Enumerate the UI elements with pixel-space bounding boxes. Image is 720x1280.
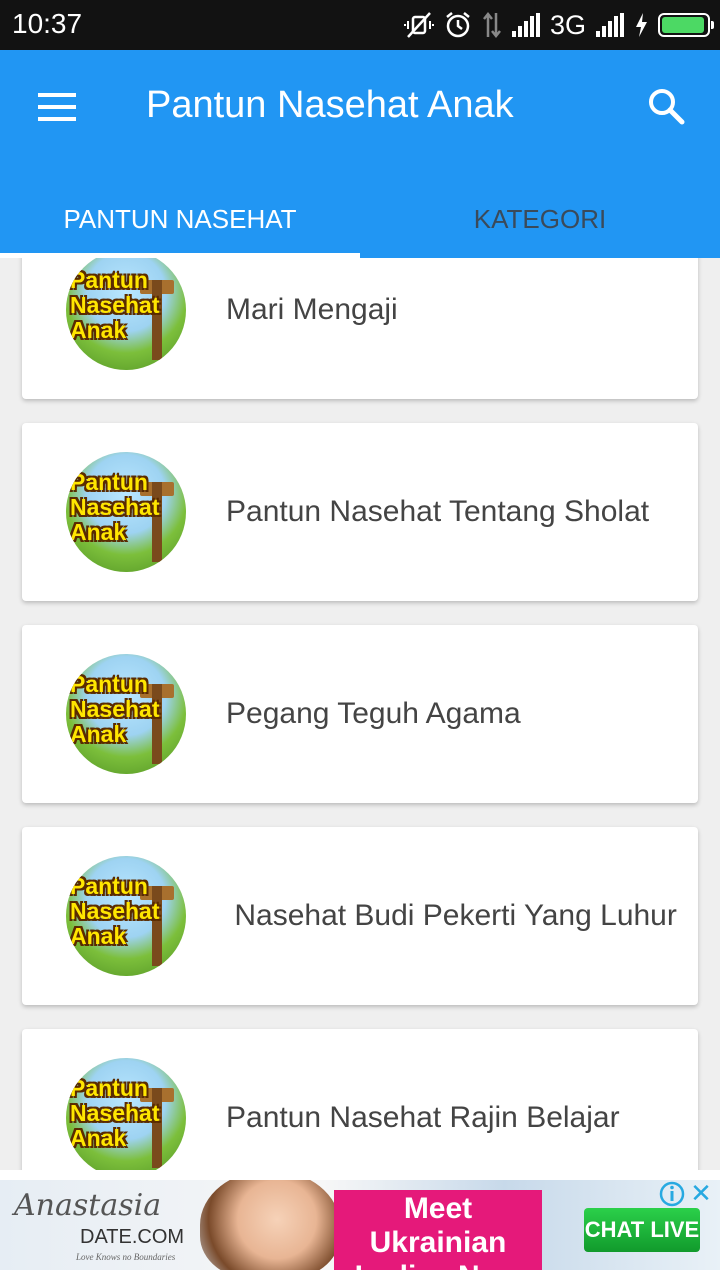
page-title: Pantun Nasehat Anak: [146, 84, 514, 126]
item-title: Pantun Nasehat Tentang Sholat: [226, 495, 650, 528]
item-title: Nasehat Budi Pekerti Yang Luhur: [226, 899, 677, 932]
app-bar: Pantun Nasehat Anak PANTUN NASEHAT KATEG…: [0, 50, 720, 258]
ad-banner: Anastasia DATE.COM Love Knows no Boundar…: [0, 1170, 720, 1280]
ad-tagline: Love Knows no Boundaries: [76, 1252, 176, 1262]
item-title: Pegang Teguh Agama: [226, 697, 521, 730]
ad-creative[interactable]: Anastasia DATE.COM Love Knows no Boundar…: [0, 1180, 720, 1270]
item-title: Mari Mengaji: [226, 293, 398, 326]
search-icon[interactable]: [646, 86, 686, 126]
thumbnail-logo-text: Pantun Nasehat Anak: [70, 873, 160, 949]
list-item[interactable]: Pantun Nasehat Anak Pegang Teguh Agama: [22, 625, 698, 803]
ad-info-icon[interactable]: [658, 1180, 686, 1208]
list-item[interactable]: Pantun Nasehat Anak Pantun Nasehat Tentang…: [22, 423, 698, 601]
ad-headline: Meet Ukrainian Ladies Now: [334, 1190, 542, 1270]
charging-icon: [636, 13, 647, 37]
list-item[interactable]: Pantun Nasehat Anak Pantun Nasehat Rajin B…: [22, 1029, 698, 1170]
item-thumbnail: Pantun Nasehat Anak: [66, 452, 186, 572]
status-time: 10:37: [12, 8, 83, 39]
close-icon[interactable]: ✕: [688, 1180, 714, 1208]
status-icons: 3G: [403, 9, 714, 41]
item-thumbnail: Pantun Nasehat Anak: [66, 654, 186, 774]
item-thumbnail: Pantun Nasehat Anak: [66, 1058, 186, 1170]
item-title: Pantun Nasehat Rajin Belajar: [226, 1101, 620, 1134]
ad-brand: Anastasia: [14, 1188, 162, 1223]
list-item[interactable]: Pantun Nasehat Anak Nasehat Budi Pekerti Y…: [22, 827, 698, 1005]
network-type: 3G: [549, 9, 586, 40]
ad-brand-domain: DATE.COM: [80, 1226, 185, 1248]
tab-pantun-nasehat[interactable]: PANTUN NASEHAT: [0, 180, 360, 258]
ad-photo: [200, 1180, 340, 1270]
battery-level: [662, 17, 704, 33]
signal-icon: [596, 13, 624, 37]
item-thumbnail: Pantun Nasehat Anak: [66, 258, 186, 370]
alarm-icon: [446, 12, 470, 38]
hamburger-menu-icon[interactable]: [38, 93, 76, 121]
thumbnail-logo-text: Pantun Nasehat Anak: [70, 1075, 160, 1151]
status-bar: 10:37 3G: [0, 0, 720, 50]
mute-icon: [403, 12, 434, 38]
data-arrows-icon: [482, 11, 501, 39]
tab-kategori[interactable]: KATEGORI: [360, 180, 720, 258]
signal-icon: [511, 13, 540, 37]
item-thumbnail: Pantun Nasehat Anak: [66, 856, 186, 976]
pantun-list[interactable]: Pantun Nasehat Anak Mari Mengaji Pantun Nas…: [0, 258, 720, 1170]
thumbnail-logo-text: Pantun Nasehat Anak: [70, 267, 160, 343]
list-item[interactable]: Pantun Nasehat Anak Mari Mengaji: [22, 258, 698, 399]
tab-bar: PANTUN NASEHAT KATEGORI: [0, 180, 720, 258]
ad-cta-button[interactable]: CHAT LIVE: [584, 1208, 700, 1252]
thumbnail-logo-text: Pantun Nasehat Anak: [70, 469, 160, 545]
battery-icon: [658, 13, 714, 37]
thumbnail-logo-text: Pantun Nasehat Anak: [70, 671, 160, 747]
